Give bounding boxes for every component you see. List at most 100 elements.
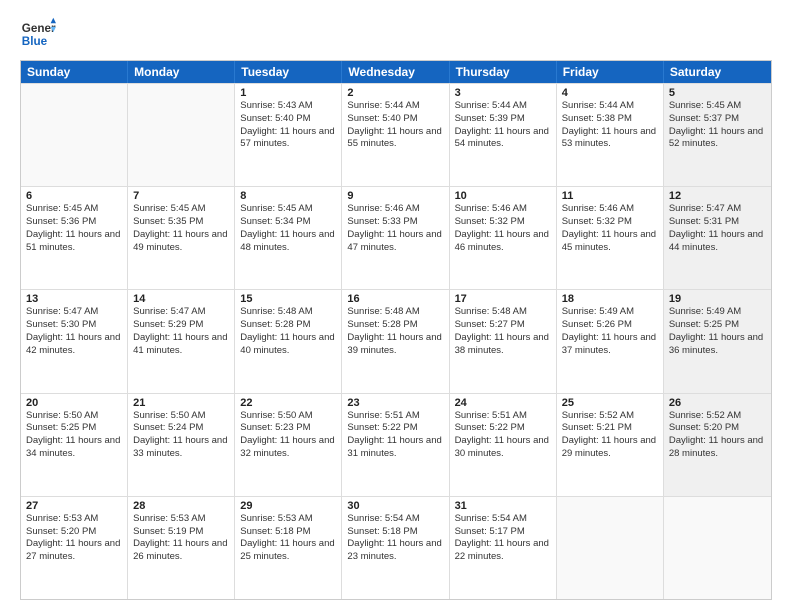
day-number: 23 [347, 397, 443, 409]
day-number: 21 [133, 397, 229, 409]
sunrise-text: Sunrise: 5:48 AM [240, 306, 336, 319]
day-number: 3 [455, 87, 551, 99]
cal-cell: 14Sunrise: 5:47 AMSunset: 5:29 PMDayligh… [128, 290, 235, 392]
daylight-text: Daylight: 11 hours and 57 minutes. [240, 126, 336, 152]
cal-cell: 22Sunrise: 5:50 AMSunset: 5:23 PMDayligh… [235, 394, 342, 496]
sunrise-text: Sunrise: 5:44 AM [562, 100, 658, 113]
cal-cell: 15Sunrise: 5:48 AMSunset: 5:28 PMDayligh… [235, 290, 342, 392]
day-number: 6 [26, 190, 122, 202]
logo-icon: General Blue [20, 16, 56, 52]
sunset-text: Sunset: 5:21 PM [562, 422, 658, 435]
sunrise-text: Sunrise: 5:50 AM [240, 410, 336, 423]
day-number: 19 [669, 293, 766, 305]
sunrise-text: Sunrise: 5:46 AM [347, 203, 443, 216]
sunset-text: Sunset: 5:40 PM [347, 113, 443, 126]
sunset-text: Sunset: 5:18 PM [240, 526, 336, 539]
sunrise-text: Sunrise: 5:46 AM [455, 203, 551, 216]
cal-cell: 9Sunrise: 5:46 AMSunset: 5:33 PMDaylight… [342, 187, 449, 289]
header-day-sunday: Sunday [21, 61, 128, 83]
daylight-text: Daylight: 11 hours and 31 minutes. [347, 435, 443, 461]
day-number: 12 [669, 190, 766, 202]
day-number: 13 [26, 293, 122, 305]
daylight-text: Daylight: 11 hours and 38 minutes. [455, 332, 551, 358]
sunset-text: Sunset: 5:20 PM [669, 422, 766, 435]
header-day-wednesday: Wednesday [342, 61, 449, 83]
sunrise-text: Sunrise: 5:51 AM [347, 410, 443, 423]
day-number: 27 [26, 500, 122, 512]
sunset-text: Sunset: 5:29 PM [133, 319, 229, 332]
cal-cell: 17Sunrise: 5:48 AMSunset: 5:27 PMDayligh… [450, 290, 557, 392]
header-day-tuesday: Tuesday [235, 61, 342, 83]
sunset-text: Sunset: 5:38 PM [562, 113, 658, 126]
sunset-text: Sunset: 5:32 PM [562, 216, 658, 229]
cal-cell: 12Sunrise: 5:47 AMSunset: 5:31 PMDayligh… [664, 187, 771, 289]
day-number: 25 [562, 397, 658, 409]
day-number: 11 [562, 190, 658, 202]
sunset-text: Sunset: 5:31 PM [669, 216, 766, 229]
header-day-saturday: Saturday [664, 61, 771, 83]
daylight-text: Daylight: 11 hours and 55 minutes. [347, 126, 443, 152]
sunrise-text: Sunrise: 5:46 AM [562, 203, 658, 216]
cal-cell: 10Sunrise: 5:46 AMSunset: 5:32 PMDayligh… [450, 187, 557, 289]
cal-cell: 30Sunrise: 5:54 AMSunset: 5:18 PMDayligh… [342, 497, 449, 599]
sunrise-text: Sunrise: 5:45 AM [240, 203, 336, 216]
day-number: 22 [240, 397, 336, 409]
cal-cell: 19Sunrise: 5:49 AMSunset: 5:25 PMDayligh… [664, 290, 771, 392]
cal-cell: 18Sunrise: 5:49 AMSunset: 5:26 PMDayligh… [557, 290, 664, 392]
sunrise-text: Sunrise: 5:44 AM [347, 100, 443, 113]
cal-cell [128, 84, 235, 186]
sunrise-text: Sunrise: 5:45 AM [669, 100, 766, 113]
daylight-text: Daylight: 11 hours and 54 minutes. [455, 126, 551, 152]
sunset-text: Sunset: 5:19 PM [133, 526, 229, 539]
daylight-text: Daylight: 11 hours and 39 minutes. [347, 332, 443, 358]
sunrise-text: Sunrise: 5:51 AM [455, 410, 551, 423]
header-day-monday: Monday [128, 61, 235, 83]
cal-cell: 6Sunrise: 5:45 AMSunset: 5:36 PMDaylight… [21, 187, 128, 289]
cal-cell: 24Sunrise: 5:51 AMSunset: 5:22 PMDayligh… [450, 394, 557, 496]
cal-cell: 25Sunrise: 5:52 AMSunset: 5:21 PMDayligh… [557, 394, 664, 496]
day-number: 20 [26, 397, 122, 409]
cal-cell [21, 84, 128, 186]
sunset-text: Sunset: 5:34 PM [240, 216, 336, 229]
cal-cell: 8Sunrise: 5:45 AMSunset: 5:34 PMDaylight… [235, 187, 342, 289]
sunrise-text: Sunrise: 5:52 AM [669, 410, 766, 423]
cal-cell: 4Sunrise: 5:44 AMSunset: 5:38 PMDaylight… [557, 84, 664, 186]
sunrise-text: Sunrise: 5:47 AM [133, 306, 229, 319]
daylight-text: Daylight: 11 hours and 42 minutes. [26, 332, 122, 358]
calendar-body: 1Sunrise: 5:43 AMSunset: 5:40 PMDaylight… [21, 83, 771, 599]
week-row-1: 1Sunrise: 5:43 AMSunset: 5:40 PMDaylight… [21, 83, 771, 186]
week-row-5: 27Sunrise: 5:53 AMSunset: 5:20 PM Dayligh… [21, 496, 771, 599]
daylight-text: Daylight: 11 hours and 26 minutes. [133, 538, 229, 564]
sunset-text: Sunset: 5:25 PM [26, 422, 122, 435]
sunset-text: Sunset: 5:23 PM [240, 422, 336, 435]
cal-cell: 13Sunrise: 5:47 AMSunset: 5:30 PMDayligh… [21, 290, 128, 392]
daylight-text: Daylight: 11 hours and 45 minutes. [562, 229, 658, 255]
sunset-text: Sunset: 5:20 PM [26, 526, 122, 539]
day-number: 8 [240, 190, 336, 202]
sunrise-text: Sunrise: 5:53 AM [26, 513, 122, 526]
sunset-text: Sunset: 5:35 PM [133, 216, 229, 229]
cal-cell: 11Sunrise: 5:46 AMSunset: 5:32 PMDayligh… [557, 187, 664, 289]
sunset-text: Sunset: 5:32 PM [455, 216, 551, 229]
day-number: 5 [669, 87, 766, 99]
header-day-friday: Friday [557, 61, 664, 83]
sunrise-text: Sunrise: 5:54 AM [347, 513, 443, 526]
sunset-text: Sunset: 5:22 PM [455, 422, 551, 435]
logo: General Blue [20, 16, 56, 52]
sunset-text: Sunset: 5:39 PM [455, 113, 551, 126]
week-row-2: 6Sunrise: 5:45 AMSunset: 5:36 PMDaylight… [21, 186, 771, 289]
cal-cell: 7Sunrise: 5:45 AMSunset: 5:35 PMDaylight… [128, 187, 235, 289]
day-number: 24 [455, 397, 551, 409]
cal-cell: 29Sunrise: 5:53 AMSunset: 5:18 PMDayligh… [235, 497, 342, 599]
calendar: SundayMondayTuesdayWednesdayThursdayFrid… [20, 60, 772, 600]
sunrise-text: Sunrise: 5:45 AM [26, 203, 122, 216]
daylight-text: Daylight: 11 hours and 44 minutes. [669, 229, 766, 255]
week-row-4: 20 Sunrise: 5:50 AM Sunset: 5:25 PM Dayligh… [21, 393, 771, 496]
sunrise-text: Sunrise: 5:47 AM [26, 306, 122, 319]
sunset-text: Sunset: 5:33 PM [347, 216, 443, 229]
svg-text:General: General [22, 22, 56, 35]
day-number: 18 [562, 293, 658, 305]
cal-cell: 16Sunrise: 5:48 AMSunset: 5:28 PMDayligh… [342, 290, 449, 392]
daylight-text: Daylight: 11 hours and 40 minutes. [240, 332, 336, 358]
sunset-text: Sunset: 5:37 PM [669, 113, 766, 126]
